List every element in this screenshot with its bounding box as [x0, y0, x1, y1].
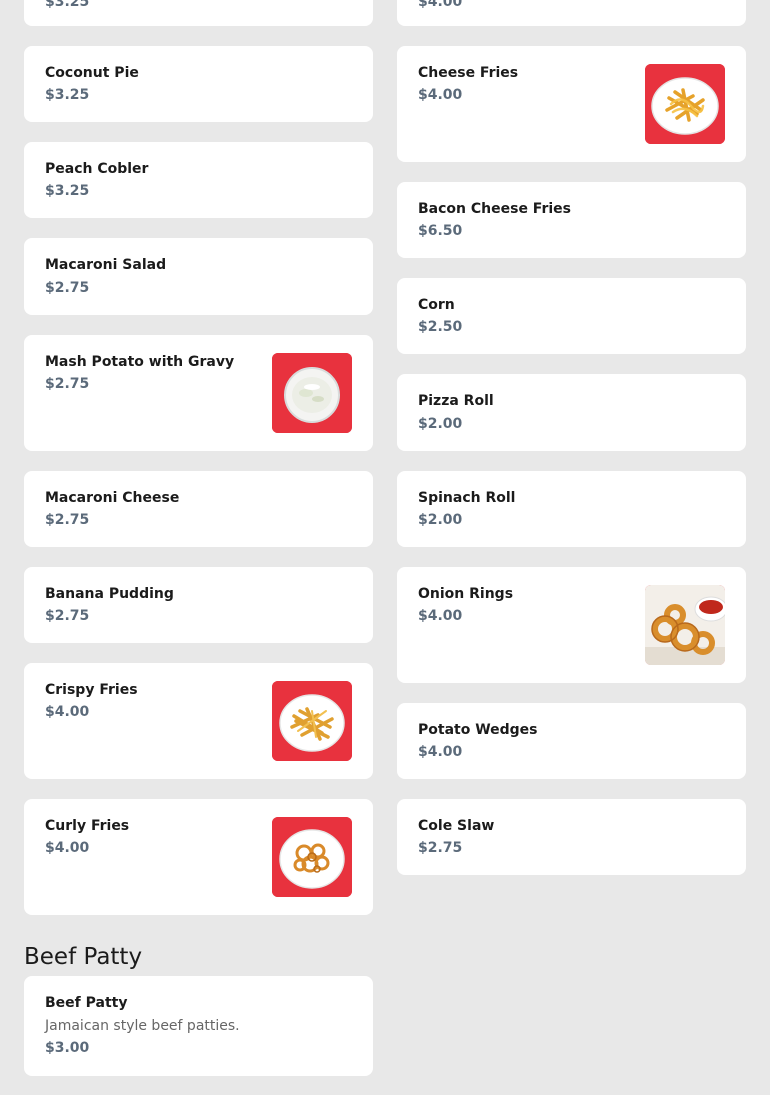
menu-item-card[interactable]: Onion Rings $4.00: [397, 567, 746, 683]
curly-fries-image: [272, 817, 352, 897]
menu-item-price: $4.00: [45, 840, 90, 856]
menu-item-card[interactable]: Banana Pudding $2.75: [24, 567, 373, 643]
menu-item-card[interactable]: Mash Potato with Gravy $2.75: [24, 335, 373, 451]
menu-item-name: Beef Patty: [45, 995, 128, 1011]
menu-item-card-partial[interactable]: $4.00: [397, 0, 746, 26]
menu-item-name: Curly Fries: [45, 818, 130, 834]
menu-item-card[interactable]: Spinach Roll $2.00: [397, 471, 746, 547]
menu-item-card[interactable]: Cole Slaw $2.75: [397, 799, 746, 875]
menu-item-name: Pizza Roll: [418, 393, 494, 409]
menu-item-card[interactable]: Peach Cobler $3.25: [24, 142, 373, 218]
menu-item-price: $3.25: [45, 87, 90, 103]
menu-item-name: Bacon Cheese Fries: [418, 201, 572, 217]
menu-item-card[interactable]: Bacon Cheese Fries $6.50: [397, 182, 746, 258]
menu-item-card[interactable]: Macaroni Salad $2.75: [24, 238, 373, 315]
menu-item-name: Spinach Roll: [418, 490, 516, 506]
menu-item-card[interactable]: Macaroni Cheese $2.75: [24, 471, 373, 547]
menu-item-name: Corn: [418, 297, 455, 313]
menu-item-card[interactable]: Curly Fries $4.00: [24, 799, 373, 915]
menu-item-price: $2.75: [45, 376, 90, 392]
onion-rings-image: [645, 585, 725, 665]
menu-item-name: Onion Rings: [418, 586, 514, 602]
menu-item-price: $4.00: [418, 608, 463, 624]
cheese-fries-image: [645, 64, 725, 144]
menu-item-description: Jamaican style beef patties.: [45, 1018, 240, 1034]
menu-item-price: $3.25: [45, 0, 90, 10]
menu-item-card[interactable]: Beef Patty Jamaican style beef patties. …: [24, 976, 373, 1076]
menu-item-name: Potato Wedges: [418, 722, 538, 738]
menu-item-name: Banana Pudding: [45, 586, 174, 602]
menu-item-price: $3.00: [45, 1040, 90, 1056]
crispy-fries-image: [272, 681, 352, 761]
menu-item-card[interactable]: Pizza Roll $2.00: [397, 374, 746, 451]
menu-item-card-partial[interactable]: $3.25: [24, 0, 373, 26]
menu-item-card[interactable]: Coconut Pie $3.25: [24, 46, 373, 122]
menu-item-name: Cole Slaw: [418, 818, 495, 834]
menu-item-price: $2.00: [418, 512, 463, 528]
menu-item-price: $6.50: [418, 223, 463, 239]
menu-item-price: $2.75: [45, 512, 90, 528]
section-title: Beef Patty: [24, 944, 143, 970]
menu-item-price: $2.50: [418, 319, 463, 335]
menu-item-name: Crispy Fries: [45, 682, 138, 698]
menu-item-name: Macaroni Salad: [45, 257, 167, 273]
menu-item-card[interactable]: Potato Wedges $4.00: [397, 703, 746, 779]
menu-item-name: Peach Cobler: [45, 161, 149, 177]
menu-item-name: Coconut Pie: [45, 65, 139, 81]
menu-item-price: $2.00: [418, 416, 463, 432]
menu-item-price: $4.00: [418, 0, 463, 10]
menu-item-name: Cheese Fries: [418, 65, 519, 81]
menu-item-name: Mash Potato with Gravy: [45, 354, 235, 370]
mashed-potato-image: [272, 353, 352, 433]
menu-item-card[interactable]: Corn $2.50: [397, 278, 746, 354]
menu-item-price: $4.00: [45, 704, 90, 720]
menu-item-price: $4.00: [418, 744, 463, 760]
menu-item-price: $2.75: [45, 608, 90, 624]
menu-item-price: $3.25: [45, 183, 90, 199]
menu-item-price: $2.75: [45, 280, 90, 296]
menu-item-card[interactable]: Cheese Fries $4.00: [397, 46, 746, 162]
menu-item-card[interactable]: Crispy Fries $4.00: [24, 663, 373, 779]
menu-item-name: Macaroni Cheese: [45, 490, 180, 506]
menu-item-price: $2.75: [418, 840, 463, 856]
menu-item-price: $4.00: [418, 87, 463, 103]
